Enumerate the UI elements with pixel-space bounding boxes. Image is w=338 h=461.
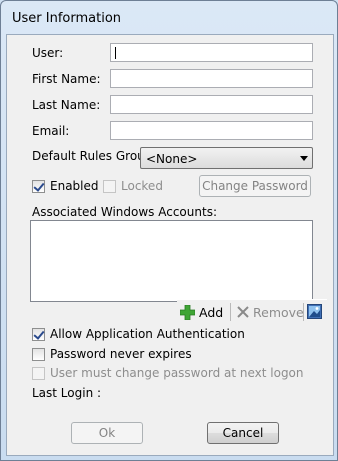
last-name-input[interactable] (110, 95, 313, 114)
locked-checkbox[interactable] (103, 180, 116, 193)
must-change-password-label: User must change password at next logon (50, 366, 304, 380)
user-label: User: (32, 46, 64, 60)
allow-app-auth-checkbox[interactable] (32, 328, 45, 341)
dialog-body: User: First Name: Last Name: Email: Defa… (6, 34, 334, 456)
remove-x-icon (237, 306, 249, 318)
browse-accounts-button[interactable] (307, 304, 322, 319)
add-account-button[interactable]: Add (180, 303, 228, 321)
change-password-button[interactable]: Change Password (199, 175, 311, 197)
associated-accounts-list[interactable] (30, 220, 313, 302)
chevron-down-icon[interactable] (300, 156, 308, 161)
selected-rules-group: <None> (146, 152, 198, 166)
cancel-button[interactable]: Cancel (207, 422, 279, 444)
locked-label: Locked (121, 179, 163, 193)
default-rules-group-select[interactable]: <None> (140, 147, 313, 169)
last-name-label: Last Name: (32, 98, 101, 112)
add-label: Add (199, 305, 224, 320)
must-change-password-checkbox[interactable] (32, 367, 45, 380)
ok-button[interactable]: Ok (71, 422, 143, 444)
email-input[interactable] (110, 121, 313, 140)
enabled-label: Enabled (50, 179, 99, 193)
window-title: User Information (12, 11, 122, 26)
password-never-expires-label: Password never expires (50, 347, 192, 361)
last-login-label: Last Login : (32, 386, 102, 400)
allow-app-auth-label: Allow Application Authentication (50, 327, 245, 341)
toolbar-separator (230, 303, 231, 321)
enabled-checkbox[interactable] (32, 180, 45, 193)
toolbar-separator (303, 303, 304, 321)
first-name-label: First Name: (32, 72, 101, 86)
remove-account-button[interactable]: Remove (235, 303, 304, 321)
email-label: Email: (32, 124, 70, 138)
associated-accounts-label: Associated Windows Accounts: (32, 205, 217, 219)
accounts-toolbar: Add Remove (177, 299, 327, 324)
password-never-expires-checkbox[interactable] (32, 348, 45, 361)
user-information-window: User Information User: First Name: Last … (0, 0, 338, 461)
plus-icon (180, 305, 195, 320)
remove-label: Remove (253, 305, 304, 320)
first-name-input[interactable] (110, 69, 313, 88)
default-rules-group-label: Default Rules Group: (32, 149, 157, 163)
user-input[interactable] (110, 43, 313, 62)
title-bar[interactable]: User Information (1, 1, 337, 34)
text-caret (115, 47, 116, 59)
picture-icon (307, 304, 322, 319)
